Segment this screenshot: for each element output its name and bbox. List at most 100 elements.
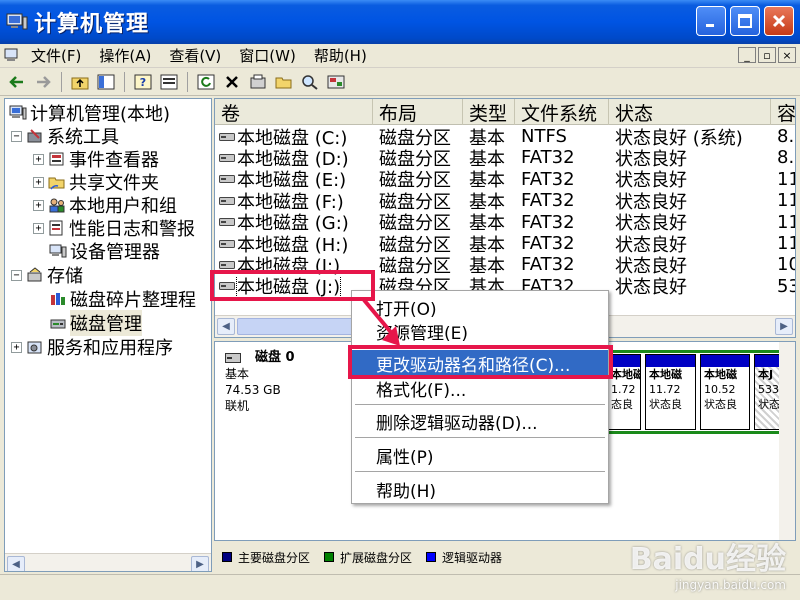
open-folder-button[interactable]: [273, 71, 295, 93]
back-button[interactable]: [6, 71, 28, 93]
close-icon: [772, 14, 786, 28]
column-header-type[interactable]: 类型: [463, 99, 515, 125]
services-icon: [27, 341, 42, 354]
tree-label: 服务和应用程序: [47, 338, 173, 359]
table-row[interactable]: 本地磁盘 (G:) 磁盘分区基本 FAT32 状态良好 11: [215, 212, 795, 233]
maximize-button[interactable]: [730, 6, 760, 36]
table-row[interactable]: 本地磁盘 (F:) 磁盘分区基本 FAT32 状态良好 11: [215, 190, 795, 212]
scroll-right-arrow[interactable]: ▶: [191, 556, 209, 571]
collapse-icon[interactable]: −: [11, 130, 22, 142]
tree-item-performance-logs[interactable]: + 性能日志和警报: [33, 217, 195, 240]
search-button[interactable]: [299, 71, 321, 93]
forward-button[interactable]: [32, 71, 54, 93]
table-cell-fs: FAT32: [521, 254, 575, 276]
scroll-right-arrow[interactable]: ▶: [775, 318, 793, 335]
column-header-filesystem[interactable]: 文件系统: [515, 99, 609, 125]
tree-item-disk-defragmenter[interactable]: 磁盘碎片整理程: [49, 288, 196, 311]
menu-separator: [355, 437, 605, 438]
column-header-capacity[interactable]: 容: [771, 99, 795, 125]
table-cell-cap: 8.: [777, 147, 795, 169]
title-bar[interactable]: 计算机管理: [0, 0, 800, 44]
graph-vertical-scrollbar[interactable]: [779, 342, 795, 540]
tree-label: 存储: [47, 266, 83, 287]
menu-item-open[interactable]: 打开(O): [352, 294, 608, 320]
table-cell-status: 状态良好: [615, 255, 687, 276]
export-button[interactable]: [325, 71, 347, 93]
table-row[interactable]: 本地磁盘 (H:) 磁盘分区基本 FAT32 状态良好 11: [215, 233, 795, 255]
mdi-close-button[interactable]: ×: [778, 47, 796, 63]
tree-horizontal-scrollbar[interactable]: ◀ ▶: [5, 553, 211, 571]
collapse-icon[interactable]: −: [11, 269, 22, 281]
console-tree[interactable]: 计算机管理(本地) − 系统工具 + 事件查看器 + 共享文件夹 + 本地用户和…: [4, 98, 212, 572]
help-button[interactable]: ?: [132, 71, 154, 93]
tree-item-device-manager[interactable]: 设备管理器: [49, 240, 160, 263]
show-tree-icon: [97, 74, 115, 89]
computer-management-icon[interactable]: [4, 48, 22, 64]
tree-item-system-tools[interactable]: − 系统工具: [11, 125, 119, 148]
show-hide-tree-button[interactable]: [95, 71, 117, 93]
tree-item-storage[interactable]: − 存储: [11, 264, 83, 287]
tree-item-shared-folders[interactable]: + 共享文件夹: [33, 171, 159, 194]
defrag-icon: [51, 293, 65, 305]
menu-separator: [355, 471, 605, 472]
table-cell-layout: 磁盘分区: [379, 170, 451, 190]
expand-icon[interactable]: +: [33, 222, 44, 234]
tree-label: 设备管理器: [70, 242, 160, 263]
table-row[interactable]: 本地磁盘 (D:) 磁盘分区 基本 FAT32 状态良好 8.: [215, 147, 795, 169]
table-cell-type: 基本: [469, 234, 505, 255]
menu-file[interactable]: 文件(F): [22, 45, 90, 66]
close-icon: ×: [782, 48, 792, 62]
device-manager-icon: [49, 244, 67, 258]
disk-info[interactable]: 磁盘 0 基本 74.53 GB 联机: [215, 350, 345, 430]
system-tools-icon: [27, 129, 42, 143]
menu-action[interactable]: 操作(A): [90, 45, 160, 66]
table-cell-layout: 磁盘分区: [379, 191, 451, 212]
volume-name: 本地磁盘 (G:): [237, 213, 349, 233]
table-row[interactable]: 本地磁盘 (E:) 磁盘分区基本 FAT32 状态良好 11: [215, 168, 795, 190]
disk-status: 联机: [225, 399, 250, 413]
table-cell-vol: 本地磁盘 (D:): [215, 147, 373, 168]
minimize-icon: [706, 24, 714, 27]
minimize-button[interactable]: [696, 6, 726, 36]
table-cell-fs: FAT32: [521, 168, 575, 190]
close-button[interactable]: [764, 6, 794, 36]
mdi-restore-button[interactable]: ▫: [758, 47, 776, 63]
tree-item-event-viewer[interactable]: + 事件查看器: [33, 148, 159, 171]
properties-button[interactable]: [158, 71, 180, 93]
column-header-status[interactable]: 状态: [609, 99, 771, 125]
table-cell-cap: 11: [777, 233, 795, 254]
delete-button[interactable]: [221, 71, 243, 93]
legend-label-extended: 扩展磁盘分区: [340, 550, 413, 565]
tree-item-disk-management[interactable]: 磁盘管理: [49, 310, 142, 336]
column-header-layout[interactable]: 布局: [373, 99, 463, 125]
menu-window[interactable]: 窗口(W): [230, 45, 305, 66]
open-folder-icon: [275, 77, 292, 88]
table-cell-layout: 磁盘分区: [379, 234, 451, 255]
scroll-left-arrow[interactable]: ◀: [7, 556, 25, 571]
refresh-button[interactable]: [195, 71, 217, 93]
tree-item-services-applications[interactable]: + 服务和应用程序: [11, 336, 173, 359]
expand-icon[interactable]: +: [33, 153, 44, 165]
tree-item-local-users[interactable]: + 本地用户和组: [33, 194, 177, 217]
up-level-button[interactable]: [69, 71, 91, 93]
menu-item-explore[interactable]: 资源管理(E): [352, 318, 608, 344]
expand-icon[interactable]: +: [33, 176, 44, 188]
settings-button[interactable]: [247, 71, 269, 93]
table-row[interactable]: 本地磁盘 (C:) 磁盘分区 基本 NTFS 状态良好 (系统) 8.: [215, 126, 795, 147]
highlight-box-drive-j: [210, 270, 375, 301]
table-cell-cap: 8.: [777, 126, 795, 147]
mdi-minimize-button[interactable]: _: [738, 47, 756, 63]
menu-view[interactable]: 查看(V): [160, 45, 230, 66]
tree-item-computer-management[interactable]: 计算机管理(本地): [9, 102, 170, 125]
column-header-volume[interactable]: 卷: [215, 99, 373, 125]
expand-icon[interactable]: +: [11, 341, 22, 353]
menu-item-help[interactable]: 帮助(H): [352, 476, 608, 502]
menu-item-delete-logical-drive[interactable]: 删除逻辑驱动器(D)...: [352, 408, 608, 434]
refresh-icon: [197, 74, 215, 89]
menu-item-properties[interactable]: 属性(P): [352, 442, 608, 468]
table-cell-vol: 本地磁盘 (G:): [215, 212, 373, 233]
volume-name: 本地磁盘 (E:): [237, 170, 347, 190]
scroll-left-arrow[interactable]: ◀: [217, 318, 235, 335]
menu-help[interactable]: 帮助(H): [305, 45, 376, 66]
expand-icon[interactable]: +: [33, 199, 44, 211]
